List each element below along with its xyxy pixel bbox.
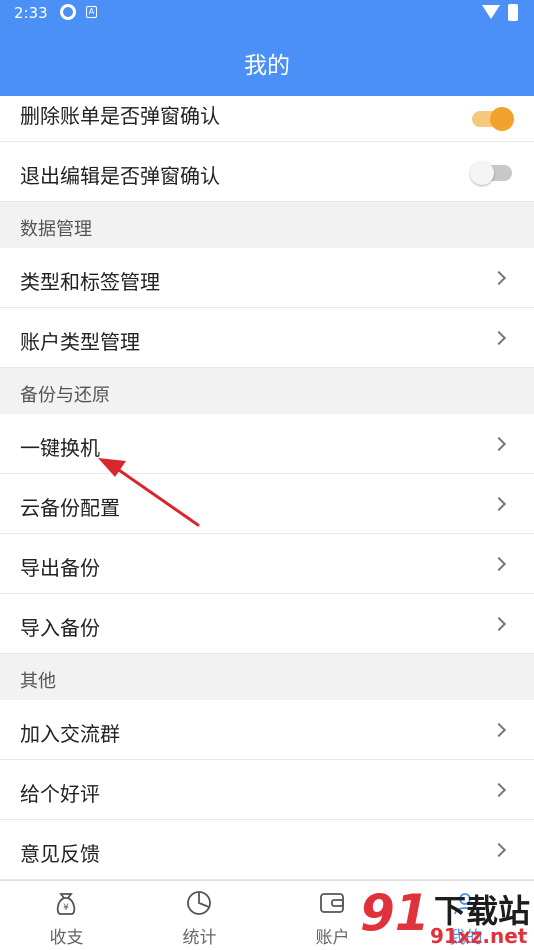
battery-icon — [508, 4, 518, 21]
section-title-backup-restore: 备份与还原 — [20, 385, 110, 406]
list-item-type-tag-management[interactable]: 类型和标签管理 — [0, 248, 534, 308]
svg-text:¥: ¥ — [63, 903, 69, 913]
watermark-logo-text: 91 — [360, 884, 430, 942]
chevron-right-icon — [491, 782, 507, 798]
section-title-other: 其他 — [20, 671, 56, 692]
site-watermark: 91 下载站 91xz.net — [356, 884, 532, 948]
tab-income-expense[interactable]: ¥ 收支 — [0, 881, 133, 950]
list-item-label: 给个好评 — [20, 782, 100, 806]
chevron-right-icon — [491, 496, 507, 512]
list-item-account-type-management[interactable]: 账户类型管理 — [0, 308, 534, 368]
chevron-right-icon — [491, 330, 507, 346]
tab-label: 收支 — [49, 928, 84, 948]
toggle-knob — [470, 161, 494, 185]
setting-confirm-exit-edit[interactable]: 退出编辑是否弹窗确认 — [0, 142, 534, 202]
wallet-icon — [320, 893, 344, 913]
setting-confirm-delete[interactable]: 删除账单是否弹窗确认 — [0, 96, 534, 142]
status-bar: 2:33 A — [0, 0, 534, 28]
list-item-label: 类型和标签管理 — [20, 270, 160, 294]
a-icon: A — [86, 6, 97, 18]
list-item-rate-app[interactable]: 给个好评 — [0, 760, 534, 820]
page-title: 我的 — [244, 53, 290, 79]
chevron-right-icon — [491, 270, 507, 286]
list-item-export-backup[interactable]: 导出备份 — [0, 534, 534, 594]
pie-chart-icon — [187, 891, 211, 915]
list-item-join-group[interactable]: 加入交流群 — [0, 700, 534, 760]
list-item-label: 一键换机 — [20, 436, 100, 460]
chevron-right-icon — [491, 556, 507, 572]
chevron-right-icon — [491, 722, 507, 738]
list-item-cloud-backup-config[interactable]: 云备份配置 — [0, 474, 534, 534]
list-item-import-backup[interactable]: 导入备份 — [0, 594, 534, 654]
toggle-knob — [490, 107, 514, 131]
setting-label: 删除账单是否弹窗确认 — [20, 104, 220, 128]
list-item-one-click-migrate[interactable]: 一键换机 — [0, 414, 534, 474]
status-time: 2:33 — [14, 4, 48, 22]
chevron-right-icon — [491, 616, 507, 632]
app-header: 2:33 A 我的 — [0, 0, 534, 96]
wifi-icon — [482, 5, 500, 19]
chevron-right-icon — [491, 436, 507, 452]
section-title-data-management: 数据管理 — [20, 219, 92, 240]
list-item-feedback[interactable]: 意见反馈 — [0, 820, 534, 880]
list-item-label: 意见反馈 — [20, 842, 100, 866]
list-item-label: 账户类型管理 — [20, 330, 140, 354]
confirm-exit-edit-toggle[interactable] — [470, 161, 512, 185]
confirm-delete-toggle[interactable] — [472, 107, 514, 131]
tab-statistics[interactable]: 统计 — [133, 881, 266, 950]
list-item-label: 云备份配置 — [20, 496, 120, 520]
money-bag-icon: ¥ — [56, 893, 76, 915]
chevron-right-icon — [491, 842, 507, 858]
sync-icon — [60, 4, 76, 20]
tab-label: 统计 — [182, 928, 217, 948]
list-item-label: 导入备份 — [20, 616, 100, 640]
list-item-label: 加入交流群 — [20, 722, 120, 746]
setting-label: 退出编辑是否弹窗确认 — [20, 164, 220, 188]
watermark-domain: 91xz.net — [430, 924, 528, 948]
list-item-label: 导出备份 — [20, 556, 100, 580]
